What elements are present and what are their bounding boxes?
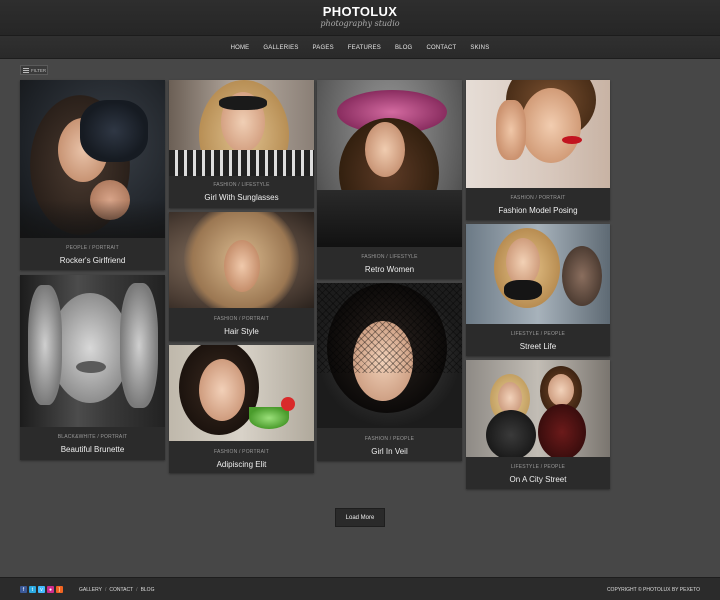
- gallery-item[interactable]: BLACK&WHITE / PORTRAIT Beautiful Brunett…: [20, 275, 165, 460]
- gallery-item-category: FASHION / PORTRAIT: [214, 449, 269, 455]
- gallery-item-category: FASHION / LIFESTYLE: [213, 182, 270, 188]
- list-icon: [23, 67, 29, 73]
- facebook-icon[interactable]: f: [20, 586, 27, 593]
- gallery-item[interactable]: FASHION / PORTRAIT Hair Style: [169, 212, 314, 341]
- flickr-icon[interactable]: ●: [47, 586, 54, 593]
- gallery-photo[interactable]: [317, 80, 462, 247]
- nav-item-blog[interactable]: BLOG: [395, 45, 412, 51]
- gallery-item-title[interactable]: Adipiscing Elit: [169, 460, 314, 469]
- gallery-item-category: PEOPLE / PORTRAIT: [66, 245, 119, 251]
- nav-item-contact[interactable]: CONTACT: [426, 45, 456, 51]
- nav-item-galleries[interactable]: GALLERIES: [263, 45, 298, 51]
- social-icons: f t v ● ): [20, 586, 63, 593]
- nav-item-home[interactable]: HOME: [231, 45, 250, 51]
- load-more-button[interactable]: Load More: [335, 508, 385, 527]
- gallery-photo[interactable]: [20, 80, 165, 238]
- gallery-photo[interactable]: [317, 283, 462, 428]
- gallery-item-title[interactable]: Girl In Veil: [317, 447, 462, 456]
- gallery-item[interactable]: FASHION / PEOPLE Girl In Veil: [317, 283, 462, 461]
- gallery-item-title[interactable]: On A City Street: [466, 475, 610, 484]
- gallery-item-category: BLACK&WHITE / PORTRAIT: [57, 434, 128, 440]
- gallery-photo[interactable]: [169, 345, 314, 441]
- gallery-item[interactable]: FASHION / LIFESTYLE Girl With Sunglasses: [169, 80, 314, 208]
- footer-link-contact[interactable]: CONTACT: [109, 587, 133, 593]
- gallery-item[interactable]: LIFESTYLE / PEOPLE Street Life: [466, 224, 610, 356]
- gallery-item-category: FASHION / PORTRAIT: [214, 316, 269, 322]
- site-footer: f t v ● ) GALLERY / CONTACT / BLOG COPYR…: [0, 577, 720, 600]
- gallery-item-title[interactable]: Beautiful Brunette: [20, 445, 165, 454]
- footer-link-separator: /: [104, 587, 107, 593]
- footer-link-gallery[interactable]: GALLERY: [79, 587, 102, 593]
- gallery-item-title[interactable]: Street Life: [466, 342, 610, 351]
- logo-title[interactable]: PHOTOLUX: [0, 4, 720, 19]
- vimeo-icon[interactable]: v: [38, 586, 45, 593]
- gallery-item[interactable]: PEOPLE / PORTRAIT Rocker's Girlfriend: [20, 80, 165, 270]
- filter-label: FILTER: [31, 67, 47, 73]
- gallery-item-category: LIFESTYLE / PEOPLE: [510, 464, 566, 470]
- gallery-item-title[interactable]: Girl With Sunglasses: [169, 193, 314, 202]
- gallery-item[interactable]: FASHION / LIFESTYLE Retro Women: [317, 80, 462, 279]
- gallery-item[interactable]: FASHION / PORTRAIT Fashion Model Posing: [466, 80, 610, 220]
- copyright-text: COPYRIGHT © PHOTOLUX BY PEXETO: [606, 587, 700, 593]
- site-header: PHOTOLUX photography studio: [0, 0, 720, 36]
- filter-button[interactable]: FILTER: [20, 65, 48, 75]
- footer-link-separator: /: [136, 587, 138, 593]
- main-nav: HOME GALLERIES PAGES FEATURES BLOG CONTA…: [0, 36, 720, 59]
- gallery-photo[interactable]: [20, 275, 165, 427]
- gallery-photo[interactable]: [466, 80, 610, 188]
- footer-links: GALLERY / CONTACT / BLOG: [79, 587, 154, 593]
- gallery-item[interactable]: FASHION / PORTRAIT Adipiscing Elit: [169, 345, 314, 473]
- nav-item-pages[interactable]: PAGES: [313, 45, 334, 51]
- gallery-item-title[interactable]: Retro Women: [317, 265, 462, 274]
- logo-tagline: photography studio: [320, 19, 400, 28]
- gallery-item[interactable]: LIFESTYLE / PEOPLE On A City Street: [466, 360, 610, 489]
- twitter-icon[interactable]: t: [29, 586, 36, 593]
- gallery-photo[interactable]: [169, 80, 314, 176]
- gallery-photo[interactable]: [466, 360, 610, 457]
- gallery-item-category: LIFESTYLE / PEOPLE: [510, 331, 566, 337]
- gallery-photo[interactable]: [466, 224, 610, 324]
- gallery-item-title[interactable]: Rocker's Girlfriend: [20, 256, 165, 265]
- gallery-item-category: FASHION / PORTRAIT: [510, 195, 566, 201]
- footer-link-blog[interactable]: BLOG: [141, 587, 155, 593]
- rss-icon[interactable]: ): [56, 586, 63, 593]
- nav-item-skins[interactable]: SKINS: [470, 45, 489, 51]
- gallery-item-category: FASHION / PEOPLE: [364, 436, 415, 442]
- gallery-item-title[interactable]: Hair Style: [169, 327, 314, 336]
- nav-item-features[interactable]: FEATURES: [348, 45, 381, 51]
- gallery-photo[interactable]: [169, 212, 314, 308]
- gallery-item-title[interactable]: Fashion Model Posing: [466, 206, 610, 215]
- gallery-item-category: FASHION / LIFESTYLE: [361, 254, 418, 260]
